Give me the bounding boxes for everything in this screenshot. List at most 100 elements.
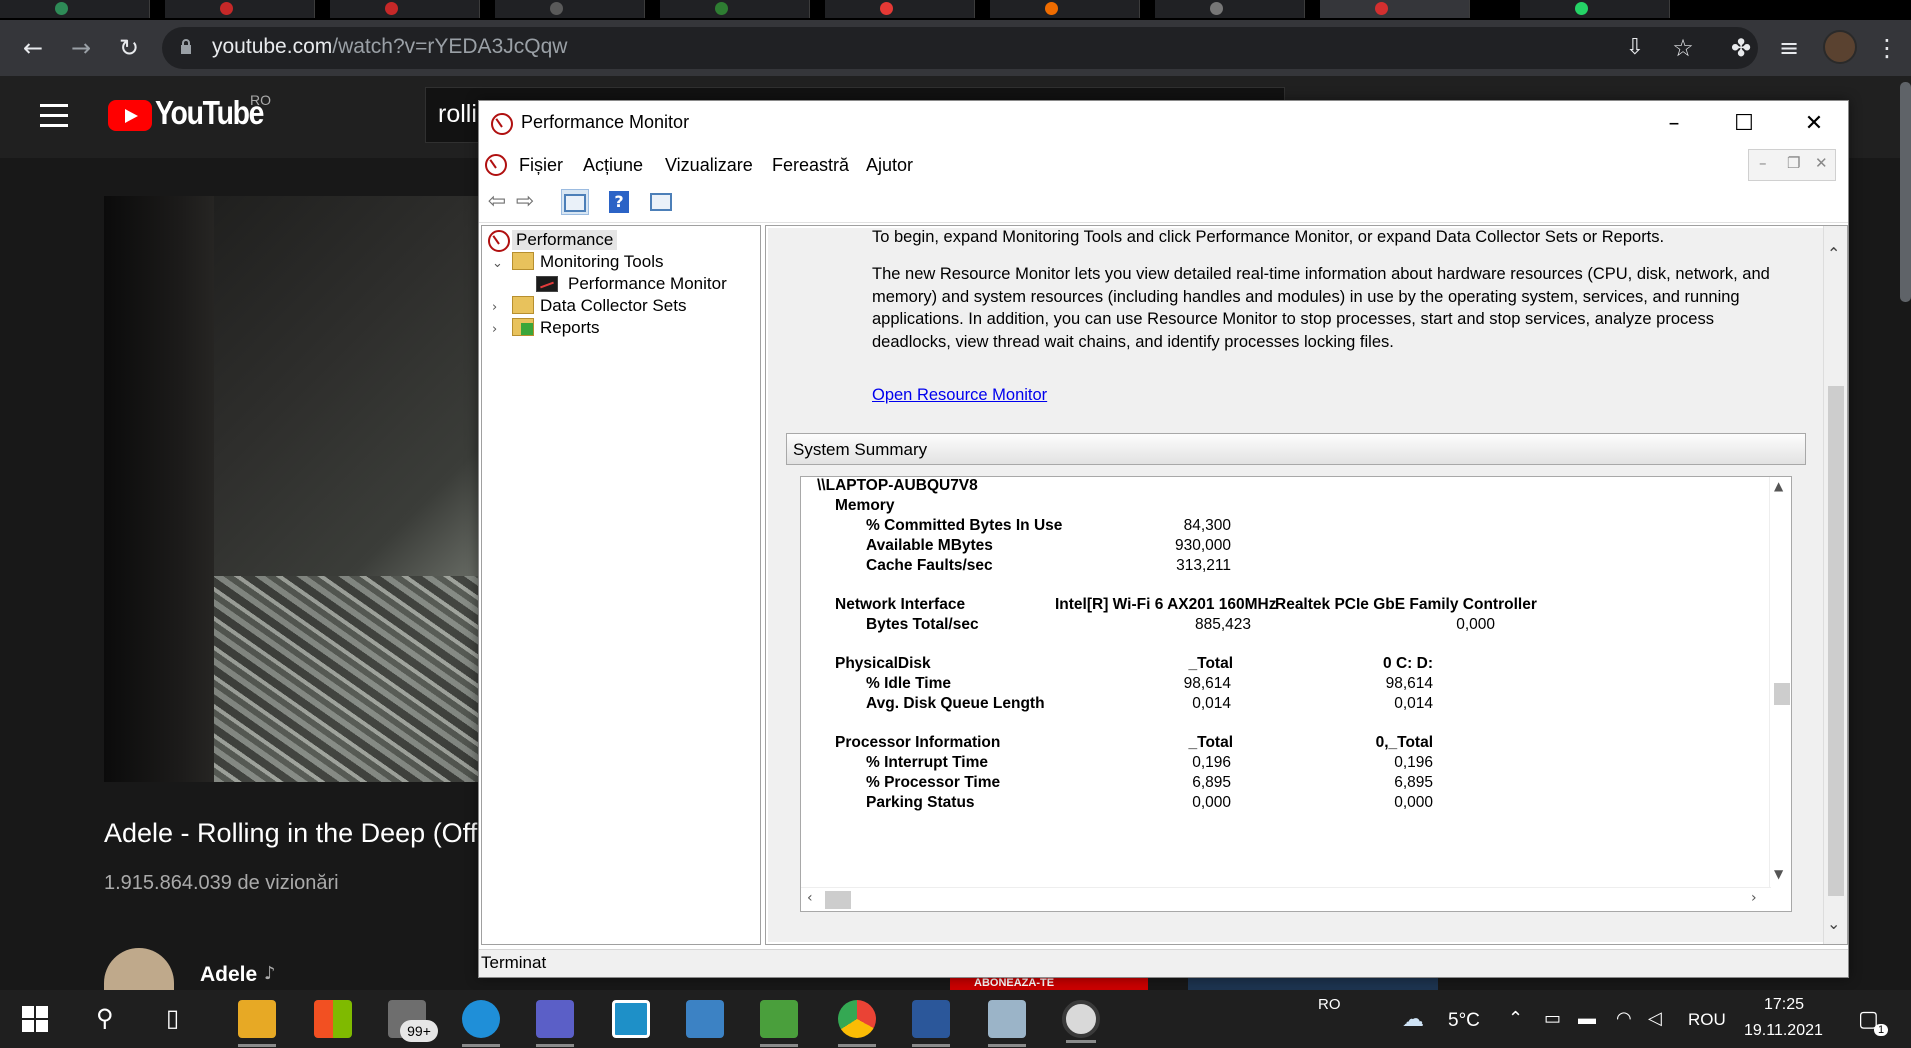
mdi-restore-icon[interactable]: ❐ xyxy=(1787,154,1800,172)
show-hide-console-tree-icon[interactable] xyxy=(561,189,589,215)
summary-value: 0,000 xyxy=(1192,794,1231,811)
system-summary-header[interactable]: System Summary xyxy=(786,433,1806,465)
reload-icon[interactable]: ↻ xyxy=(112,31,146,65)
scroll-down-icon[interactable]: ⌄ xyxy=(1827,914,1840,933)
keyboard-language[interactable]: ROU xyxy=(1688,1010,1726,1030)
tree-item-performance-monitor[interactable]: Performance Monitor xyxy=(568,274,727,294)
scroll-left-icon[interactable]: ‹ xyxy=(807,890,813,906)
browser-tab[interactable] xyxy=(330,0,480,18)
browser-tab[interactable] xyxy=(0,0,150,18)
menu-help[interactable]: Ajutor xyxy=(866,155,913,176)
music-note-icon: ♪ xyxy=(264,963,276,984)
install-app-icon[interactable]: ⇩ xyxy=(1618,31,1652,65)
show-hide-action-pane-icon[interactable] xyxy=(647,189,675,215)
tree-item-data-collector-sets[interactable]: Data Collector Sets xyxy=(540,296,686,316)
tree-item-monitoring-tools[interactable]: Monitoring Tools xyxy=(540,252,663,272)
cloud-icon[interactable]: ☁ xyxy=(1402,1006,1424,1032)
microsoft-store-icon[interactable] xyxy=(314,1000,352,1038)
input-language-short[interactable]: RO xyxy=(1318,996,1341,1013)
scroll-thumb[interactable] xyxy=(1828,386,1844,896)
menu-file[interactable]: Fișier xyxy=(519,155,563,176)
youtube-logo-text[interactable]: YouTube xyxy=(155,94,264,132)
resource-monitor-icon[interactable] xyxy=(988,1000,1026,1047)
forward-icon[interactable]: ⇨ xyxy=(511,189,539,215)
profile-avatar[interactable] xyxy=(1823,30,1857,64)
tree-item-reports[interactable]: Reports xyxy=(540,318,600,338)
browser-tab[interactable] xyxy=(1520,0,1670,18)
media-queue-icon[interactable]: ≡ xyxy=(1772,31,1806,65)
forward-arrow-icon[interactable]: → xyxy=(64,31,98,65)
mdi-minimize-icon[interactable]: – xyxy=(1759,154,1767,172)
chevron-down-icon[interactable]: ⌄ xyxy=(492,256,503,271)
menu-action[interactable]: Acțiune xyxy=(583,155,643,176)
page-scrollbar[interactable] xyxy=(1900,82,1911,302)
summary-column-header: _Total xyxy=(1188,655,1234,672)
tree-item-performance[interactable]: Performance xyxy=(512,230,618,250)
search-value: rolli xyxy=(438,100,477,128)
close-button[interactable]: ✕ xyxy=(1779,101,1849,147)
summary-horizontal-scrollbar[interactable]: ‹ › xyxy=(801,887,1771,911)
scroll-right-icon[interactable]: › xyxy=(1751,890,1757,906)
clock-date[interactable]: 19.11.2021 xyxy=(1744,1022,1823,1040)
performance-monitor-taskbar-icon[interactable] xyxy=(1062,1000,1100,1043)
back-arrow-icon[interactable]: ← xyxy=(16,31,50,65)
chrome-icon[interactable] xyxy=(838,1000,876,1047)
browser-menu-icon[interactable]: ⋮ xyxy=(1870,31,1904,65)
teams-icon[interactable] xyxy=(536,1000,574,1047)
wifi-icon[interactable]: ◠ xyxy=(1616,1008,1632,1029)
volume-icon[interactable]: ◁ xyxy=(1648,1008,1662,1029)
windows-start-icon[interactable] xyxy=(22,1006,48,1032)
browser-tab[interactable] xyxy=(495,0,645,18)
app-icon[interactable] xyxy=(612,1000,650,1038)
spreadsheet-app-icon[interactable] xyxy=(760,1000,798,1047)
window-title: Performance Monitor xyxy=(521,112,690,132)
channel-name[interactable]: Adele xyxy=(200,963,257,987)
folder-icon xyxy=(512,252,534,270)
scroll-thumb[interactable] xyxy=(825,891,851,909)
content-vertical-scrollbar[interactable]: ⌃ ⌄ xyxy=(1823,226,1847,944)
bookmark-star-icon[interactable]: ☆ xyxy=(1666,31,1700,65)
summary-vertical-scrollbar[interactable]: ▲ ▼ xyxy=(1769,477,1791,887)
system-menu-icon[interactable] xyxy=(485,154,507,176)
back-icon[interactable]: ⇦ xyxy=(483,189,511,215)
video-player[interactable] xyxy=(104,196,482,782)
menu-window[interactable]: Fereastră xyxy=(772,155,849,176)
video-thumbnail[interactable] xyxy=(1188,978,1438,990)
word-icon[interactable] xyxy=(912,1000,950,1047)
edge-icon[interactable] xyxy=(462,1000,500,1047)
meet-now-icon[interactable]: ▭ xyxy=(1544,1008,1561,1029)
search-icon[interactable]: ⚲ xyxy=(96,1004,114,1033)
chevron-right-icon[interactable]: › xyxy=(492,322,497,337)
channel-avatar[interactable] xyxy=(104,948,174,990)
scroll-up-icon[interactable]: ⌃ xyxy=(1827,244,1840,263)
mdi-close-icon[interactable]: ✕ xyxy=(1815,154,1828,172)
browser-tab[interactable] xyxy=(165,0,315,18)
scroll-thumb[interactable] xyxy=(1774,683,1790,705)
chevron-up-icon[interactable]: ⌃ xyxy=(1508,1008,1523,1029)
minimize-button[interactable]: – xyxy=(1639,101,1709,147)
browser-tab-active[interactable] xyxy=(1320,0,1470,18)
address-bar[interactable]: youtube.com/watch?v=rYEDA3JcQqw xyxy=(162,27,1758,69)
task-view-icon[interactable]: ▯ xyxy=(166,1004,179,1033)
browser-tab[interactable] xyxy=(660,0,810,18)
photos-icon[interactable] xyxy=(686,1000,724,1038)
maximize-button[interactable]: ☐ xyxy=(1709,101,1779,147)
open-resource-monitor-link[interactable]: Open Resource Monitor xyxy=(872,386,1047,405)
hamburger-menu-icon[interactable] xyxy=(40,104,68,128)
youtube-logo-icon[interactable] xyxy=(108,100,152,131)
help-icon[interactable]: ? xyxy=(605,189,633,215)
scroll-down-icon[interactable]: ▼ xyxy=(1774,867,1783,881)
browser-tab[interactable] xyxy=(990,0,1140,18)
weather-temperature[interactable]: 5°C xyxy=(1448,1010,1480,1032)
menu-view[interactable]: Vizualizare xyxy=(665,155,753,176)
clock-time[interactable]: 17:25 xyxy=(1764,996,1804,1014)
scroll-up-icon[interactable]: ▲ xyxy=(1774,479,1783,493)
window-titlebar[interactable]: Performance Monitor – ☐ ✕ xyxy=(479,101,1848,147)
subscribe-banner[interactable]: ABONEAZĂ-TE xyxy=(950,977,1148,990)
battery-icon[interactable]: ▬ xyxy=(1578,1008,1596,1029)
browser-tab[interactable] xyxy=(1155,0,1305,18)
browser-tab[interactable] xyxy=(825,0,975,18)
chevron-right-icon[interactable]: › xyxy=(492,300,497,315)
extensions-puzzle-icon[interactable]: ✤ xyxy=(1724,31,1758,65)
file-explorer-icon[interactable] xyxy=(238,1000,276,1047)
